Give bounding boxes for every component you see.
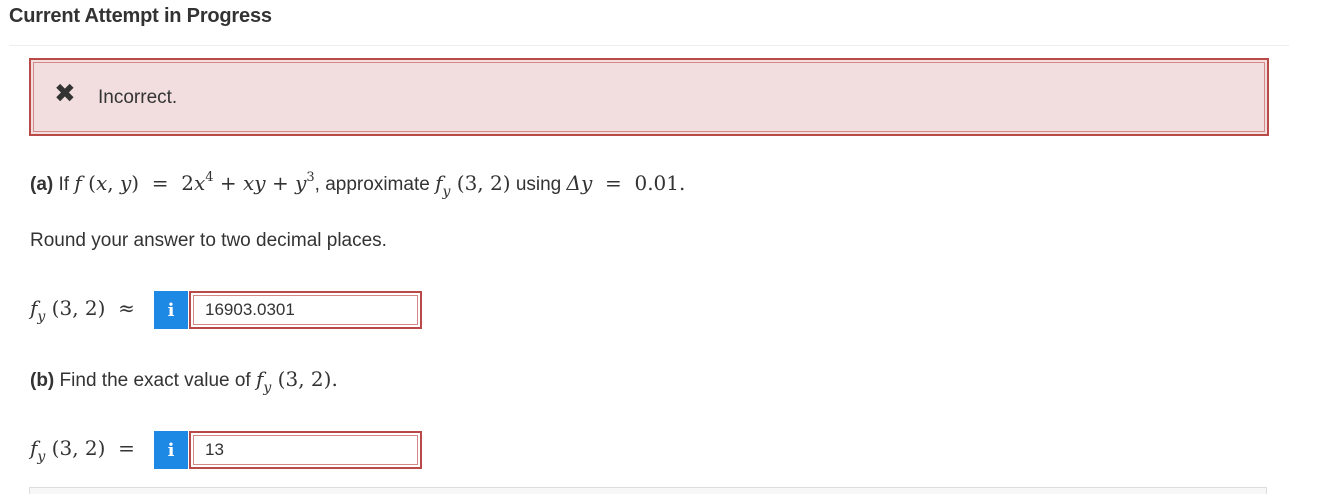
info-icon[interactable]: i — [154, 291, 188, 329]
part-a-approx: , approximate — [314, 174, 430, 195]
alert-message: Incorrect. — [98, 87, 178, 108]
part-a-if: If — [58, 174, 70, 195]
answer-a-label: fy (3, 2) ≈ — [30, 296, 135, 325]
answer-a-input[interactable]: 16903.0301 — [189, 291, 422, 329]
answer-b-label: fy (3, 2) = — [30, 436, 135, 465]
part-a-label: (a) — [30, 174, 54, 195]
part-a-using: using — [515, 174, 562, 195]
function-definition: f (x, y) = 2x4 + xy + y3 — [74, 170, 315, 195]
question-b: (b) Find the exact value of fy (3, 2). — [30, 367, 338, 396]
answer-b-input[interactable]: 13 — [189, 431, 422, 469]
incorrect-alert: ✖ Incorrect. — [29, 58, 1269, 136]
partial-fy: fy (3, 2) — [435, 171, 511, 200]
question-a: (a) If f (x, y) = 2x4 + xy + y3, approxi… — [30, 170, 685, 200]
page-title: Current Attempt in Progress — [9, 5, 272, 27]
partial-fy-b: fy (3, 2). — [256, 367, 338, 396]
part-b-label: (b) — [30, 370, 55, 391]
delta-y: Δy = 0.01. — [566, 171, 686, 195]
next-panel-edge — [29, 487, 1267, 494]
info-icon[interactable]: i — [154, 431, 188, 469]
part-b-text: Find the exact value of — [59, 370, 251, 391]
divider — [9, 45, 1289, 46]
round-instruction: Round your answer to two decimal places. — [30, 230, 387, 251]
x-mark-icon: ✖ — [54, 78, 76, 108]
